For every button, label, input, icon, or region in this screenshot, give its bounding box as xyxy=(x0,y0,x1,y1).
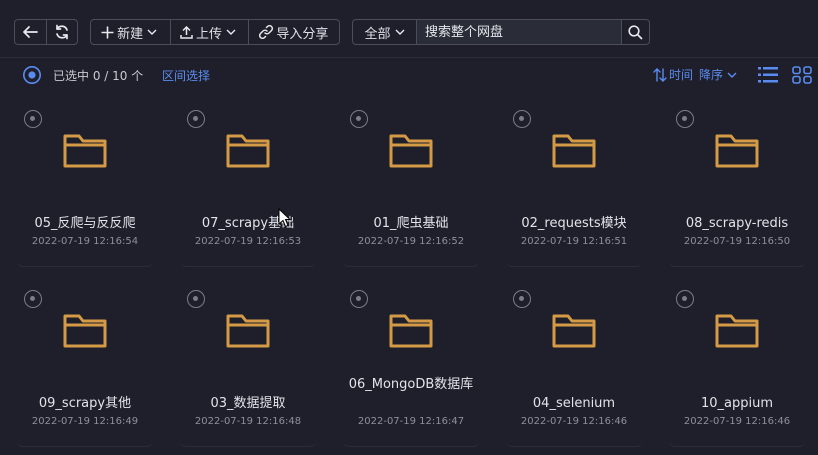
folder-card[interactable]: 03_数据提取 2022-07-19 12:16:48 xyxy=(180,283,316,447)
file-time: 2022-07-19 12:16:52 xyxy=(357,236,465,247)
folder-icon xyxy=(715,134,759,168)
import-share-button[interactable]: 导入分享 xyxy=(247,20,339,44)
select-radio[interactable] xyxy=(513,290,531,308)
file-time: 2022-07-19 12:16:49 xyxy=(31,416,139,427)
folder-icon xyxy=(389,134,433,168)
search-input[interactable] xyxy=(417,20,621,44)
range-select-link[interactable]: 区间选择 xyxy=(162,67,210,84)
arrow-left-icon xyxy=(23,26,39,38)
back-button[interactable] xyxy=(15,20,46,44)
mouse-cursor-icon xyxy=(278,208,291,228)
select-radio[interactable] xyxy=(350,110,368,128)
file-time: 2022-07-19 12:16:50 xyxy=(683,236,791,247)
sort-order-label: 降序 xyxy=(699,68,724,82)
folder-card[interactable]: 02_requests模块 2022-07-19 12:16:51 xyxy=(506,103,642,267)
nav-button-group xyxy=(14,19,78,45)
scope-dropdown[interactable]: 全部 xyxy=(353,20,417,44)
file-name: 08_scrapy-redis xyxy=(685,216,789,231)
folder-icon xyxy=(63,314,107,348)
folder-icon xyxy=(715,314,759,348)
plus-icon xyxy=(101,26,114,38)
grid-view-icon[interactable] xyxy=(792,66,812,84)
search-bar: 全部 xyxy=(352,19,650,45)
select-all-icon[interactable] xyxy=(22,65,42,85)
chevron-down-icon xyxy=(147,29,157,35)
folder-card[interactable]: 08_scrapy-redis 2022-07-19 12:16:50 xyxy=(669,103,805,267)
upload-button-label: 上传 xyxy=(196,26,223,42)
file-name: 02_requests模块 xyxy=(521,216,627,231)
file-time: 2022-07-19 12:16:46 xyxy=(683,416,791,427)
folder-card[interactable]: 05_反爬与反反爬 2022-07-19 12:16:54 xyxy=(17,103,153,267)
folder-card[interactable]: 10_appium 2022-07-19 12:16:46 xyxy=(669,283,805,447)
file-name: 09_scrapy其他 xyxy=(38,396,132,411)
file-time: 2022-07-19 12:16:46 xyxy=(520,416,628,427)
file-name: 03_数据提取 xyxy=(210,396,286,411)
sort-field-label: 时间 xyxy=(669,68,694,82)
chevron-down-icon xyxy=(727,72,737,78)
selection-bar: 已选中 0 / 10 个 区间选择 时间 降序 xyxy=(0,58,818,92)
file-name: 07_scrapy基础 xyxy=(201,216,295,231)
link-icon xyxy=(259,25,274,39)
select-radio[interactable] xyxy=(676,110,694,128)
action-button-group: 新建 上传 导入分享 xyxy=(90,19,340,45)
search-icon xyxy=(628,24,643,39)
selection-count: 已选中 0 / 10 个 xyxy=(53,69,144,83)
upload-icon xyxy=(180,25,193,39)
select-radio[interactable] xyxy=(187,110,205,128)
new-button-label: 新建 xyxy=(117,26,144,42)
file-time: 2022-07-19 12:16:48 xyxy=(194,416,302,427)
folder-icon xyxy=(389,314,433,348)
folder-card[interactable]: 04_selenium 2022-07-19 12:16:46 xyxy=(506,283,642,447)
import-share-label: 导入分享 xyxy=(276,26,329,42)
folder-icon xyxy=(226,134,270,168)
folder-icon xyxy=(63,134,107,168)
folder-card[interactable]: 07_scrapy基础 2022-07-19 12:16:53 xyxy=(180,103,316,267)
scope-label: 全部 xyxy=(364,26,391,42)
file-time: 2022-07-19 12:16:54 xyxy=(31,236,139,247)
list-view-icon[interactable] xyxy=(758,66,778,84)
sort-icon xyxy=(653,67,667,82)
file-name: 05_反爬与反反爬 xyxy=(34,216,136,231)
folder-icon xyxy=(552,134,596,168)
file-name: 01_爬虫基础 xyxy=(373,216,449,231)
upload-button[interactable]: 上传 xyxy=(170,20,247,44)
file-time: 2022-07-19 12:16:47 xyxy=(357,416,465,427)
select-radio[interactable] xyxy=(187,290,205,308)
file-name: 10_appium xyxy=(700,396,774,411)
toolbar: 新建 上传 导入分享 全部 xyxy=(0,0,818,58)
select-radio[interactable] xyxy=(676,290,694,308)
new-button[interactable]: 新建 xyxy=(91,20,170,44)
folder-card[interactable]: 06_MongoDB数据库 2022-07-19 12:16:47 xyxy=(343,283,479,447)
sort-control[interactable]: 时间 降序 xyxy=(653,66,737,83)
file-name: 04_selenium xyxy=(532,396,616,411)
file-name: 06_MongoDB数据库 xyxy=(348,377,474,392)
chevron-down-icon xyxy=(226,29,236,35)
search-button[interactable] xyxy=(621,20,649,44)
select-radio[interactable] xyxy=(513,110,531,128)
chevron-down-icon xyxy=(395,29,404,35)
folder-card[interactable]: 09_scrapy其他 2022-07-19 12:16:49 xyxy=(17,283,153,447)
file-time: 2022-07-19 12:16:53 xyxy=(194,236,302,247)
select-radio[interactable] xyxy=(24,110,42,128)
folder-icon xyxy=(226,314,270,348)
select-radio[interactable] xyxy=(350,290,368,308)
folder-icon xyxy=(552,314,596,348)
refresh-icon xyxy=(56,24,68,40)
select-radio[interactable] xyxy=(24,290,42,308)
file-time: 2022-07-19 12:16:51 xyxy=(520,236,628,247)
folder-card[interactable]: 01_爬虫基础 2022-07-19 12:16:52 xyxy=(343,103,479,267)
refresh-button[interactable] xyxy=(45,20,77,44)
